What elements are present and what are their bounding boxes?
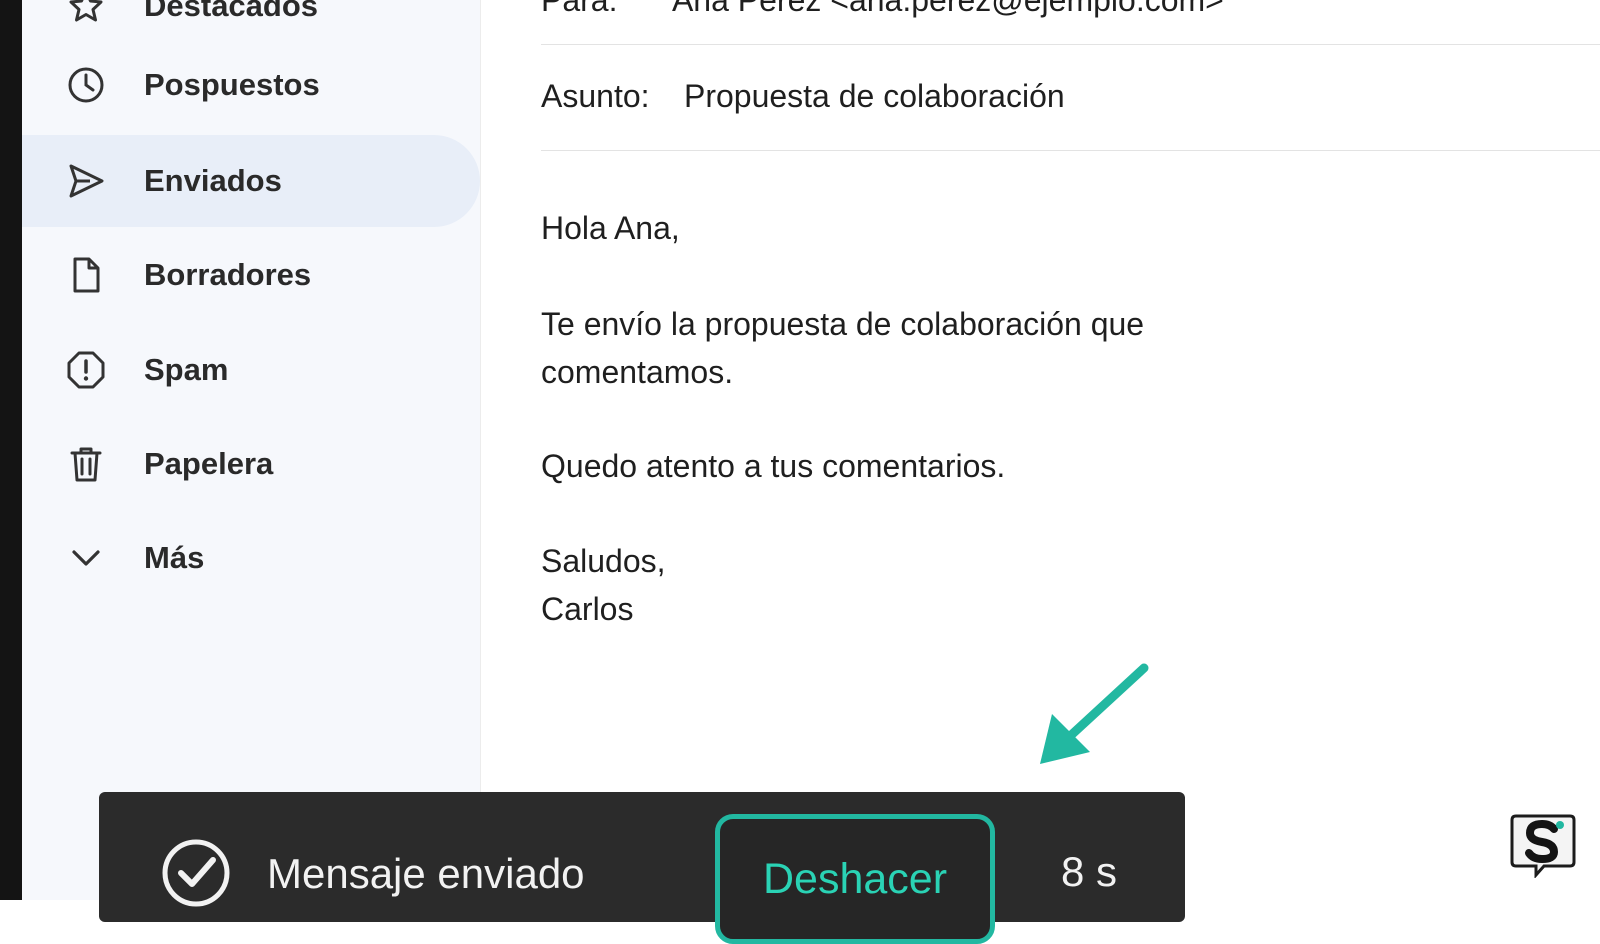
greeting: Hola Ana, — [541, 210, 680, 246]
sidebar-item-label: Destacados — [144, 0, 319, 23]
to-field: Para: Ana Pérez <ana.perez@ejemplo.com> — [541, 0, 1600, 45]
undo-button-label: Deshacer — [762, 855, 948, 903]
sidebar-item-label: Enviados — [144, 163, 282, 198]
subject-value: Propuesta de colaboración — [683, 78, 1065, 114]
to-label: Para: — [541, 0, 618, 18]
check-circle-icon — [162, 839, 230, 907]
undo-button[interactable]: Deshacer — [715, 814, 995, 944]
sidebar-item-spam[interactable]: Spam — [22, 324, 480, 416]
snackbar-status: Mensaje enviado — [267, 850, 585, 897]
closing: Saludos, — [541, 543, 666, 579]
sidebar-item-label: Más — [144, 540, 205, 575]
body-line: comentamos. — [541, 354, 734, 390]
trash-icon — [66, 444, 106, 484]
body-line: Quedo atento a tus comentarios. — [541, 448, 1006, 484]
sidebar-item-label: Pospuestos — [144, 67, 320, 102]
sidebar-item-label: Spam — [144, 352, 229, 387]
sidebar-item-borradores[interactable]: Borradores — [22, 229, 480, 321]
sidebar-item-mas[interactable]: Más — [22, 512, 480, 604]
file-icon — [66, 255, 106, 295]
subject-label: Asunto: — [541, 78, 650, 114]
signature: Carlos — [541, 591, 634, 627]
send-icon — [66, 161, 106, 201]
pointer-arrow-icon — [1040, 663, 1149, 764]
sidebar-item-label: Papelera — [144, 446, 274, 481]
sent-snackbar: Mensaje enviado Deshacer 8 s — [99, 792, 1185, 944]
subject-field: Asunto: Propuesta de colaboración — [541, 78, 1600, 151]
to-value[interactable]: Ana Pérez <ana.perez@ejemplo.com> — [672, 0, 1224, 18]
star-icon — [66, 0, 106, 26]
sidebar-item-enviados[interactable]: Enviados — [22, 135, 480, 227]
sidebar-item-papelera[interactable]: Papelera — [22, 418, 480, 510]
window-edge — [0, 0, 22, 900]
clock-icon — [66, 65, 106, 105]
chevron-down-icon — [66, 538, 106, 578]
alert-icon — [66, 350, 106, 390]
sidebar-item-label: Borradores — [144, 257, 312, 292]
undo-countdown: 8 s — [1061, 848, 1118, 895]
body-line: Te envío la propuesta de colaboración qu… — [541, 306, 1145, 342]
sidebar-item-pospuestos[interactable]: Pospuestos — [22, 39, 480, 131]
sidebar: Destacados Pospuestos Enviados Borradore… — [22, 0, 481, 900]
brand-logo — [1510, 814, 1576, 878]
